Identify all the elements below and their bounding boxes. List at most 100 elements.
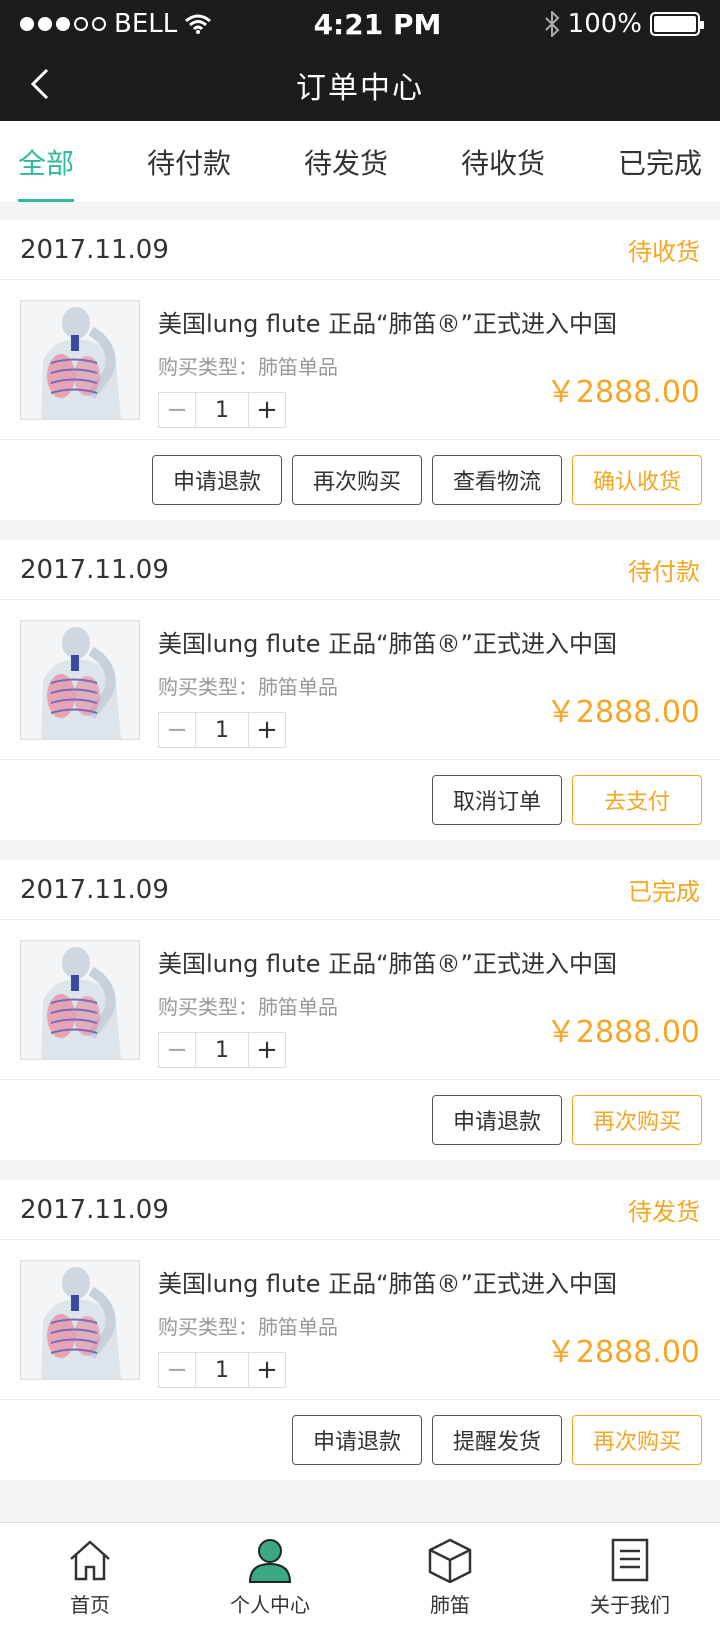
- increment-button[interactable]: +: [249, 713, 285, 747]
- quantity-value[interactable]: 1: [195, 1353, 249, 1387]
- tab-pending-receipt[interactable]: 待收货: [461, 121, 545, 202]
- order-actions: 申请退款 提醒发货 再次购买: [0, 1400, 720, 1480]
- order-card: 2017.11.09 已完成 美国lung flute 正品“肺笛®”正式进入中…: [0, 860, 720, 1160]
- product-name: 美国lung flute 正品“肺笛®”正式进入中国: [158, 950, 617, 978]
- carrier-label: BELL: [114, 9, 178, 39]
- refund-button[interactable]: 申请退款: [292, 1415, 422, 1465]
- tabbar-profile-label: 个人中心: [230, 1592, 310, 1617]
- order-header: 2017.11.09 待发货: [0, 1180, 720, 1240]
- order-date: 2017.11.09: [20, 874, 169, 905]
- tabbar-home-label: 首页: [70, 1592, 110, 1617]
- bottom-tab-bar: 首页 个人中心 肺笛 关于我们: [0, 1522, 720, 1631]
- remind-shipment-button[interactable]: 提醒发货: [432, 1415, 562, 1465]
- order-status: 待收货: [628, 238, 700, 266]
- battery-icon: [650, 12, 704, 36]
- refund-button[interactable]: 申请退款: [432, 1095, 562, 1145]
- product-name: 美国lung flute 正品“肺笛®”正式进入中国: [158, 1270, 617, 1298]
- quantity-stepper: − 1 +: [158, 1032, 286, 1068]
- order-date: 2017.11.09: [20, 554, 169, 585]
- back-button[interactable]: [18, 62, 62, 106]
- quantity-value[interactable]: 1: [195, 393, 249, 427]
- tab-pending-payment[interactable]: 待付款: [147, 121, 231, 202]
- lung-figure-icon: [21, 1261, 139, 1379]
- bluetooth-icon: [544, 11, 560, 37]
- order-tabs: 全部 待付款 待发货 待收货 已完成: [0, 121, 720, 202]
- decrement-button[interactable]: −: [159, 1353, 195, 1387]
- person-icon: [248, 1538, 292, 1583]
- order-card: 2017.11.09 待付款 美国lung flute 正品“肺笛®”正式进入中…: [0, 540, 720, 840]
- buy-again-button[interactable]: 再次购买: [572, 1415, 702, 1465]
- lung-figure-icon: [21, 621, 139, 739]
- product-price: ￥2888.00: [545, 1015, 700, 1050]
- order-actions: 申请退款 再次购买 查看物流 确认收货: [0, 440, 720, 520]
- buy-again-button[interactable]: 再次购买: [572, 1095, 702, 1145]
- tab-pending-shipment[interactable]: 待发货: [304, 121, 388, 202]
- order-header: 2017.11.09 已完成: [0, 860, 720, 920]
- wifi-icon: [185, 14, 212, 34]
- buy-again-button[interactable]: 再次购买: [292, 455, 422, 505]
- decrement-button[interactable]: −: [159, 1033, 195, 1067]
- refund-button[interactable]: 申请退款: [152, 455, 282, 505]
- order-list: 2017.11.09 待收货 美国lung flute 正品“肺笛®”正式进入中…: [0, 202, 720, 1480]
- product-image[interactable]: [20, 620, 140, 740]
- tabbar-home[interactable]: 首页: [20, 1523, 160, 1631]
- confirm-receipt-button[interactable]: 确认收货: [572, 455, 702, 505]
- order-item[interactable]: 美国lung flute 正品“肺笛®”正式进入中国 购买类型：肺笛单品 − 1…: [0, 600, 720, 760]
- home-icon: [70, 1539, 110, 1580]
- order-date: 2017.11.09: [20, 234, 169, 265]
- quantity-stepper: − 1 +: [158, 712, 286, 748]
- quantity-stepper: − 1 +: [158, 1352, 286, 1388]
- decrement-button[interactable]: −: [159, 713, 195, 747]
- page-title: 订单中心: [296, 70, 424, 106]
- quantity-stepper: − 1 +: [158, 392, 286, 428]
- cancel-order-button[interactable]: 取消订单: [432, 775, 562, 825]
- order-item[interactable]: 美国lung flute 正品“肺笛®”正式进入中国 购买类型：肺笛单品 − 1…: [0, 1240, 720, 1400]
- quantity-value[interactable]: 1: [195, 713, 249, 747]
- order-actions: 申请退款 再次购买: [0, 1080, 720, 1160]
- view-logistics-button[interactable]: 查看物流: [432, 455, 562, 505]
- box-icon: [428, 1538, 472, 1583]
- tab-completed[interactable]: 已完成: [618, 121, 702, 202]
- tabbar-lungflute-label: 肺笛: [430, 1592, 470, 1617]
- tabbar-profile[interactable]: 个人中心: [200, 1523, 340, 1631]
- product-image[interactable]: [20, 300, 140, 420]
- decrement-button[interactable]: −: [159, 393, 195, 427]
- order-item[interactable]: 美国lung flute 正品“肺笛®”正式进入中国 购买类型：肺笛单品 − 1…: [0, 920, 720, 1080]
- increment-button[interactable]: +: [249, 1033, 285, 1067]
- tabbar-lungflute[interactable]: 肺笛: [380, 1523, 520, 1631]
- status-right: 100%: [544, 9, 704, 39]
- order-card: 2017.11.09 待发货 美国lung flute 正品“肺笛®”正式进入中…: [0, 1180, 720, 1480]
- increment-button[interactable]: +: [249, 393, 285, 427]
- order-status: 已完成: [628, 878, 700, 906]
- product-image[interactable]: [20, 1260, 140, 1380]
- order-item[interactable]: 美国lung flute 正品“肺笛®”正式进入中国 购买类型：肺笛单品 − 1…: [0, 280, 720, 440]
- chevron-left-icon: [30, 68, 49, 100]
- status-left: BELL: [20, 9, 212, 39]
- tabbar-about-label: 关于我们: [590, 1592, 670, 1617]
- order-actions: 取消订单 去支付: [0, 760, 720, 840]
- product-name: 美国lung flute 正品“肺笛®”正式进入中国: [158, 310, 617, 338]
- status-bar: BELL 4:21 PM 100%: [0, 0, 720, 48]
- signal-icon: [20, 17, 106, 31]
- lung-figure-icon: [21, 301, 139, 419]
- battery-percent: 100%: [567, 9, 642, 39]
- product-price: ￥2888.00: [545, 695, 700, 730]
- lung-figure-icon: [21, 941, 139, 1059]
- tabbar-about[interactable]: 关于我们: [560, 1523, 700, 1631]
- product-image[interactable]: [20, 940, 140, 1060]
- nav-bar: 订单中心: [0, 48, 720, 121]
- order-status: 待发货: [628, 1198, 700, 1226]
- product-price: ￥2888.00: [545, 1335, 700, 1370]
- pay-button[interactable]: 去支付: [572, 775, 702, 825]
- document-icon: [611, 1538, 649, 1581]
- quantity-value[interactable]: 1: [195, 1033, 249, 1067]
- increment-button[interactable]: +: [249, 1353, 285, 1387]
- order-card: 2017.11.09 待收货 美国lung flute 正品“肺笛®”正式进入中…: [0, 220, 720, 520]
- order-status: 待付款: [628, 558, 700, 586]
- tab-all[interactable]: 全部: [18, 121, 75, 202]
- order-date: 2017.11.09: [20, 1194, 169, 1225]
- order-header: 2017.11.09 待付款: [0, 540, 720, 600]
- product-name: 美国lung flute 正品“肺笛®”正式进入中国: [158, 630, 617, 658]
- clock: 4:21 PM: [313, 7, 442, 41]
- product-price: ￥2888.00: [545, 375, 700, 410]
